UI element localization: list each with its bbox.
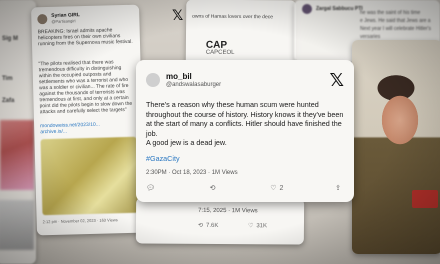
retweet-icon: ⟲ <box>209 185 216 192</box>
share-icon: ⇪ <box>335 185 341 192</box>
main-tweet-x-logo-icon: 𝕏 <box>329 70 344 91</box>
top-right-avatar <box>302 4 312 14</box>
left-tweet-link-2[interactable]: archive.is/... <box>40 129 67 136</box>
main-tweet-share-button[interactable]: ⇪ <box>335 184 344 192</box>
top-right-text-2: e Jews. He said that Jews are a <box>360 18 431 24</box>
like-icon: ♡ <box>270 185 277 192</box>
left-tweet-text-1: BREAKING: Israel admits apache helicopte… <box>37 27 133 48</box>
main-tweet-reply-button[interactable]: 💬︎ <box>146 184 158 192</box>
main-tweet-timestamp: 2:30PM · Oct 18, 2023 · 1M Views <box>146 170 238 176</box>
main-tweet-likes: 2 <box>279 184 284 192</box>
left-edge-photo-2 <box>0 200 34 250</box>
top-middle-handle-fragment: CAPCEOL <box>205 49 235 56</box>
main-tweet-avatar[interactable] <box>146 73 160 87</box>
left-tweet-card: Syrian GIRL @Partisangirl BREAKING: Isra… <box>31 4 145 236</box>
left-tweet-text-2: "The pilots realised that there was trem… <box>38 59 133 116</box>
left-tweet-avatar <box>37 13 48 24</box>
bottom-card-stat-1-value: 7.6K <box>205 222 219 229</box>
top-right-author: Zargal Sabbucu PTI <box>316 6 363 12</box>
main-tweet-handle[interactable]: @andswalasaburger <box>166 82 221 88</box>
bottom-card: 7:15, 2025 · 1M Views ⟲ 7.6K ♡ 31K <box>135 197 305 245</box>
top-right-text-3: Next year I will celebrate Hitler's <box>360 26 431 32</box>
right-portrait-card <box>352 40 440 254</box>
main-tweet-hashtag[interactable]: #GazaCity <box>146 154 180 163</box>
left-edge-photo <box>0 120 34 190</box>
collage-scene: Sig M Tim Zafa Syrian GIRL @Partisangirl… <box>0 0 440 264</box>
main-tweet-retweet-button[interactable]: ⟲ <box>210 184 219 192</box>
main-tweet-body: There's a reason why these human scum we… <box>146 100 344 148</box>
left-tweet-image <box>40 136 139 216</box>
top-middle-text: owns of Hamas lovers over the dece <box>192 13 274 21</box>
left-tweet-timestamp: 2:12 pm · November 02, 2023 · 163 Views <box>42 217 118 225</box>
left-edge-name-2: Tim <box>2 76 13 82</box>
retweet-icon: ⟲ <box>197 222 204 229</box>
main-tweet-like-button[interactable]: ♡ 2 <box>270 184 284 193</box>
left-edge-card: Sig M Tim Zafa <box>0 0 36 264</box>
reply-icon: 💬︎ <box>146 185 155 192</box>
main-tweet-card: mo_bil @andswalasaburger 𝕏 There's a rea… <box>136 60 354 202</box>
left-tweet-handle: @Partisangirl <box>51 18 76 24</box>
bottom-card-timestamp: 7:15, 2025 · 1M Views <box>198 207 258 215</box>
portrait-armband <box>412 190 438 208</box>
portrait-image <box>352 40 440 254</box>
bottom-card-stat-2-value: 31K <box>256 222 268 229</box>
left-edge-name-1: Sig M <box>2 36 18 42</box>
main-tweet-display-name[interactable]: mo_bil <box>166 72 221 81</box>
left-edge-name-3: Zafa <box>2 98 15 104</box>
top-right-text-1: he was the saint of his time <box>360 10 421 16</box>
x-logo-icon: 𝕏 <box>172 8 184 24</box>
like-icon: ♡ <box>247 223 254 230</box>
